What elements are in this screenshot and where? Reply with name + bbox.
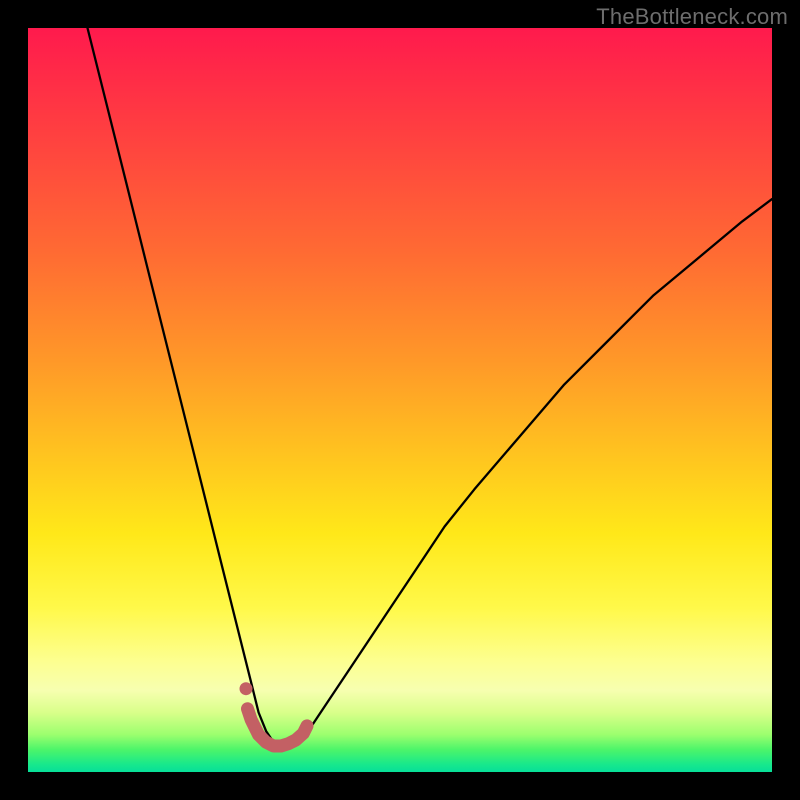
trough-highlight	[248, 709, 308, 746]
chart-svg	[28, 28, 772, 772]
bottleneck-curve	[88, 28, 773, 746]
trough-dot-icon	[240, 682, 253, 695]
watermark-text: TheBottleneck.com	[596, 4, 788, 30]
chart-frame: TheBottleneck.com	[0, 0, 800, 800]
curve-group	[88, 28, 773, 746]
plot-area	[28, 28, 772, 772]
